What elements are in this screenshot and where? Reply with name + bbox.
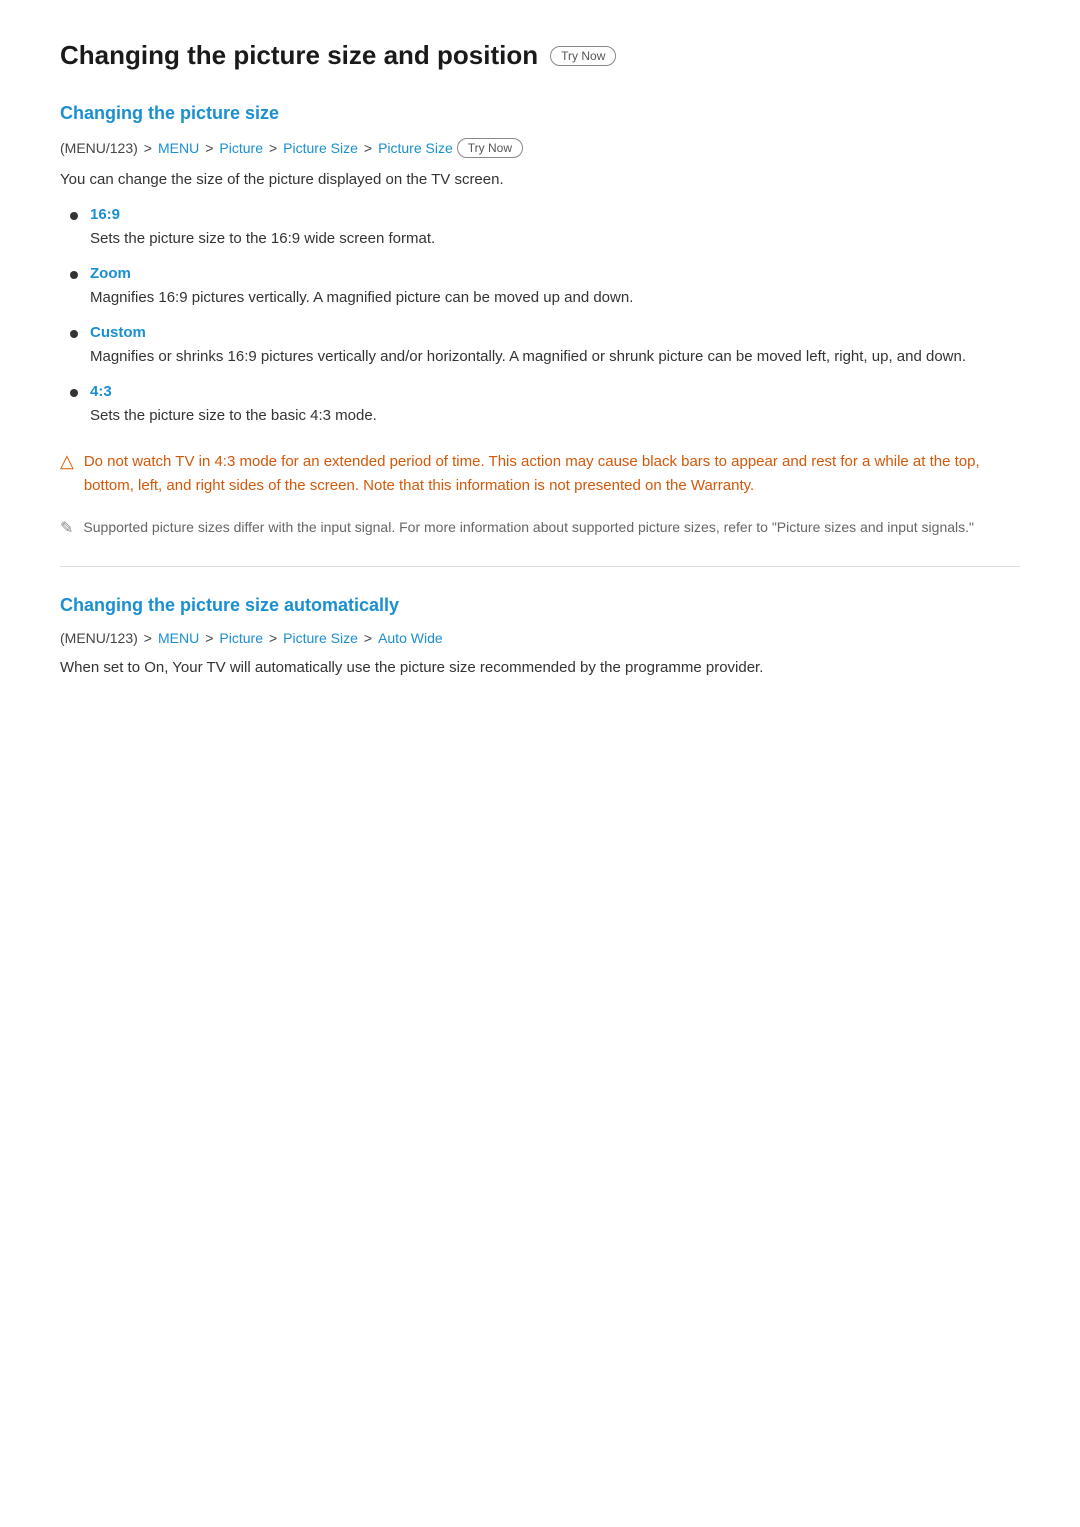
bullet-content-custom: Custom Magnifies or shrinks 16:9 picture… [90, 324, 1020, 369]
term-zoom: Zoom [90, 265, 1020, 282]
breadcrumb-section1: (MENU/123) > MENU > Picture > Picture Si… [60, 138, 1020, 158]
breadcrumb-sep1: > [144, 140, 152, 156]
section1-title: Changing the picture size [60, 103, 1020, 124]
warning-text: Do not watch TV in 4:3 mode for an exten… [84, 450, 1020, 498]
desc-zoom: Magnifies 16:9 pictures vertically. A ma… [90, 286, 1020, 310]
section1-intro: You can change the size of the picture d… [60, 168, 1020, 192]
breadcrumb2-sep3: > [269, 630, 277, 646]
breadcrumb-menu[interactable]: MENU [158, 140, 199, 156]
picture-size-options: 16:9 Sets the picture size to the 16:9 w… [60, 206, 1020, 428]
list-item-zoom: Zoom Magnifies 16:9 pictures vertically.… [60, 265, 1020, 310]
bullet-content-169: 16:9 Sets the picture size to the 16:9 w… [90, 206, 1020, 251]
bullet-dot-169 [70, 212, 78, 220]
term-169: 16:9 [90, 206, 1020, 223]
breadcrumb-picture[interactable]: Picture [219, 140, 263, 156]
breadcrumb-part1: (MENU/123) [60, 140, 138, 156]
list-item-169: 16:9 Sets the picture size to the 16:9 w… [60, 206, 1020, 251]
breadcrumb2-sep2: > [205, 630, 213, 646]
bullet-content-zoom: Zoom Magnifies 16:9 pictures vertically.… [90, 265, 1020, 310]
breadcrumb2-picture-size[interactable]: Picture Size [283, 630, 358, 646]
term-custom: Custom [90, 324, 1020, 341]
list-item-43: 4:3 Sets the picture size to the basic 4… [60, 383, 1020, 428]
breadcrumb-picture-size2[interactable]: Picture Size [378, 140, 453, 156]
breadcrumb2-sep1: > [144, 630, 152, 646]
desc-169: Sets the picture size to the 16:9 wide s… [90, 227, 1020, 251]
page-title: Changing the picture size and position T… [60, 40, 1020, 71]
bullet-dot-zoom [70, 271, 78, 279]
section-divider [60, 566, 1020, 567]
breadcrumb-sep3: > [269, 140, 277, 156]
list-item-custom: Custom Magnifies or shrinks 16:9 picture… [60, 324, 1020, 369]
desc-custom: Magnifies or shrinks 16:9 pictures verti… [90, 345, 1020, 369]
breadcrumb-picture-size[interactable]: Picture Size [283, 140, 358, 156]
section-changing-picture-size: Changing the picture size (MENU/123) > M… [60, 103, 1020, 538]
section-auto-picture-size: Changing the picture size automatically … [60, 595, 1020, 680]
bullet-content-43: 4:3 Sets the picture size to the basic 4… [90, 383, 1020, 428]
breadcrumb2-menu[interactable]: MENU [158, 630, 199, 646]
breadcrumb2-sep4: > [364, 630, 372, 646]
desc-43: Sets the picture size to the basic 4:3 m… [90, 404, 1020, 428]
term-43: 4:3 [90, 383, 1020, 400]
try-now-badge-title[interactable]: Try Now [550, 46, 616, 66]
breadcrumb2-auto-wide[interactable]: Auto Wide [378, 630, 443, 646]
note-box: ✎ Supported picture sizes differ with th… [60, 516, 1020, 538]
pencil-icon: ✎ [60, 518, 73, 538]
warning-box: △ Do not watch TV in 4:3 mode for an ext… [60, 446, 1020, 502]
breadcrumb-sep2: > [205, 140, 213, 156]
breadcrumb-sep4: > [364, 140, 372, 156]
section2-title: Changing the picture size automatically [60, 595, 1020, 616]
breadcrumb2-picture[interactable]: Picture [219, 630, 263, 646]
breadcrumb-section2: (MENU/123) > MENU > Picture > Picture Si… [60, 630, 1020, 646]
try-now-badge-section1[interactable]: Try Now [457, 138, 523, 158]
note-text: Supported picture sizes differ with the … [83, 516, 974, 538]
warning-icon: △ [60, 451, 74, 472]
bullet-dot-43 [70, 389, 78, 397]
section2-body: When set to On, Your TV will automatical… [60, 656, 1020, 680]
bullet-dot-custom [70, 330, 78, 338]
breadcrumb2-part1: (MENU/123) [60, 630, 138, 646]
